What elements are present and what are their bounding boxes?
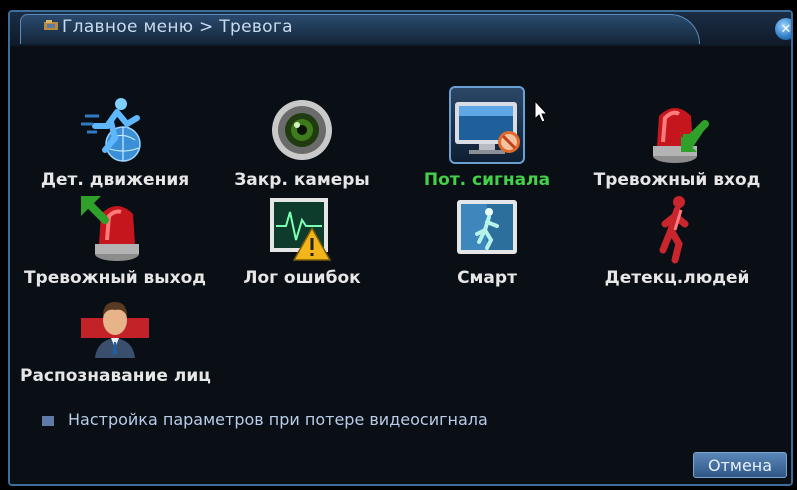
menu-item-alarm-input[interactable]: Тревожный вход (582, 92, 772, 190)
alarm-output-icon (81, 196, 139, 261)
motion-detection-icon (81, 98, 141, 162)
breadcrumb: Главное меню > Тревога (62, 17, 293, 37)
error-log-icon (270, 198, 332, 261)
menu-home-icon (44, 20, 58, 30)
camera-blind-icon (272, 100, 332, 160)
menu-item-video-loss[interactable]: Пот. сигнала (392, 86, 582, 190)
menu-item-human-detection[interactable]: Детекц.людей (582, 190, 772, 288)
menu-item-label: Закр. камеры (234, 170, 370, 190)
menu-item-label: Пот. сигнала (423, 170, 551, 190)
menu-item-alarm-output[interactable]: Тревожный выход (20, 190, 210, 288)
menu-item-motion-detection[interactable]: Дет. движения (20, 92, 210, 190)
menu-item-camera-blind[interactable]: Закр. камеры (207, 92, 397, 190)
menu-item-smart[interactable]: Смарт (392, 190, 582, 288)
menu-content: Дет. движения Закр. камеры Пот. сигнала … (10, 48, 791, 484)
menu-item-label: Тревожный выход (23, 268, 207, 288)
status-text: Настройка параметров при потере видеосиг… (68, 410, 488, 429)
title-bar: Главное меню > Тревога ✕ (10, 12, 791, 46)
menu-item-face-recognition[interactable]: Распознавание лиц (20, 288, 211, 386)
info-icon (42, 415, 54, 426)
smart-icon (457, 200, 517, 254)
menu-item-label: Лог ошибок (243, 268, 361, 288)
menu-item-label: Тревожный вход (593, 170, 761, 190)
human-detection-icon (659, 196, 689, 264)
menu-item-label: Смарт (457, 268, 517, 288)
face-recognition-icon (81, 302, 149, 358)
menu-item-label: Детекц.людей (604, 268, 750, 288)
cancel-button[interactable]: Отмена (693, 452, 787, 478)
menu-item-label: Дет. движения (40, 170, 190, 190)
menu-item-label: Распознавание лиц (20, 366, 211, 386)
video-loss-icon (455, 102, 520, 154)
mouse-cursor-icon (534, 100, 548, 123)
status-hint: Настройка параметров при потере видеосиг… (42, 410, 488, 429)
menu-item-error-log[interactable]: Лог ошибок (207, 190, 397, 288)
alarm-input-icon (653, 108, 709, 163)
close-icon: ✕ (780, 21, 792, 37)
close-button[interactable]: ✕ (775, 18, 792, 40)
alarm-menu-window: Главное меню > Тревога ✕ Дет. движения З… (8, 10, 793, 486)
